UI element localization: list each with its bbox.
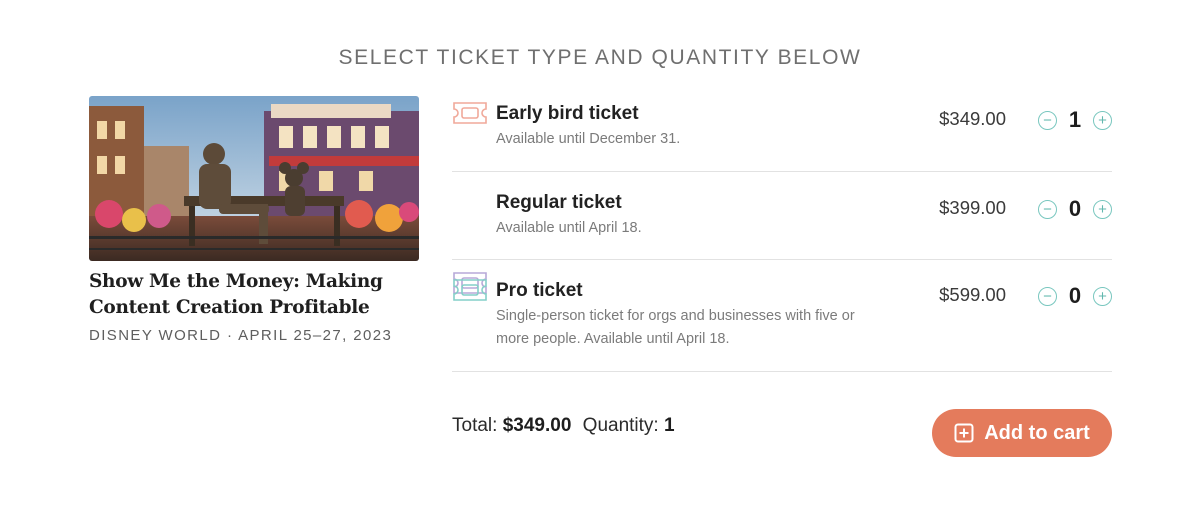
decrease-quantity-button[interactable]: −: [1038, 110, 1057, 130]
ticket-icon: [453, 279, 487, 301]
ticket-description-line: Available until April 18.: [496, 220, 642, 236]
add-to-cart-label: Add to cart: [984, 421, 1090, 444]
ticket-list: Early bird ticket Available until Decemb…: [452, 90, 1112, 372]
ticket-price: $399.00: [939, 197, 1006, 218]
event-location-date: DISNEY WORLD · APRIL 25–27, 2023: [89, 327, 393, 344]
quantity-stepper: − 1 +: [1038, 107, 1112, 132]
quantity-total-value: 1: [664, 415, 675, 436]
increase-quantity-button[interactable]: +: [1093, 286, 1112, 306]
page-heading: SELECT TICKET TYPE AND QUANTITY BELOW: [338, 46, 862, 69]
quantity-value: 1: [1068, 107, 1082, 132]
event-title: Show Me the Money: Making Content Creati…: [89, 269, 419, 321]
ticket-icon: [453, 102, 487, 124]
ticket-description-line: Available until December 31.: [496, 131, 681, 147]
ticket-description: Single-person ticket for orgs and busine…: [496, 305, 896, 351]
ticket-price: $349.00: [939, 108, 1006, 129]
ticket-description-line: Single-person ticket for orgs and busine…: [496, 308, 855, 324]
quantity-value: 0: [1068, 196, 1082, 221]
ticket-description: Available until December 31.: [496, 128, 896, 151]
ticket-row-regular: Regular ticket Available until April 18.…: [452, 172, 1112, 294]
event-card: Show Me the Money: Making Content Creati…: [89, 96, 419, 344]
quantity-stepper: − 0 +: [1038, 196, 1112, 221]
ticket-name: Regular ticket: [496, 192, 622, 213]
quantity-value: 0: [1068, 283, 1082, 308]
ticket-description-line: more people. Available until April 18.: [496, 331, 730, 347]
ticket-price: $599.00: [939, 284, 1006, 305]
event-title-line: Show Me the Money: Making: [89, 271, 383, 292]
decrease-quantity-button[interactable]: −: [1038, 286, 1057, 306]
decrease-quantity-button[interactable]: −: [1038, 199, 1057, 219]
ticket-name: Early bird ticket: [496, 103, 639, 124]
increase-quantity-button[interactable]: +: [1093, 199, 1112, 219]
add-to-cart-button[interactable]: Add to cart: [932, 409, 1112, 457]
event-title-line: Content Creation Profitable: [89, 297, 370, 318]
ticket-row-early-bird: Early bird ticket Available until Decemb…: [452, 90, 1112, 172]
increase-quantity-button[interactable]: +: [1093, 110, 1112, 130]
total-label: Total:: [452, 415, 498, 436]
order-summary: Total: $349.00 Quantity: 1: [452, 415, 675, 437]
ticket-description: Available until April 18.: [496, 217, 896, 240]
ticket-name: Pro ticket: [496, 280, 583, 301]
ticket-row-pro: Pro ticket Single-person ticket for orgs…: [452, 260, 1112, 372]
plus-square-icon: [954, 423, 974, 443]
total-value: $349.00: [502, 415, 572, 436]
quantity-label: Quantity:: [582, 415, 659, 436]
quantity-stepper: − 0 +: [1038, 283, 1112, 308]
event-image: [89, 96, 419, 261]
